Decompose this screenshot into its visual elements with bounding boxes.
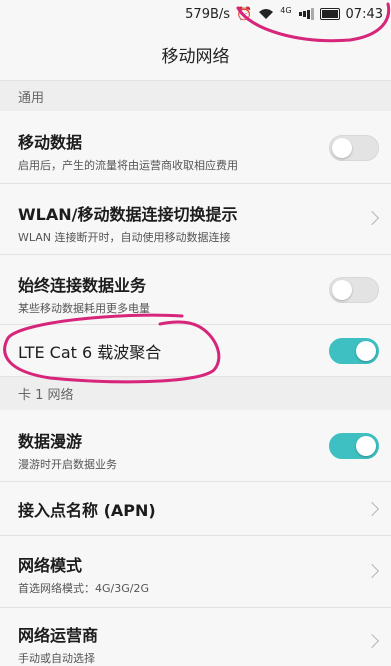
apn-title: 接入点名称 (APN) (18, 500, 156, 520)
operator-title: 网络运营商 (18, 626, 99, 645)
always-on-subtitle: 某些移动数据耗用更多电量 (18, 302, 150, 315)
section-header-general: 通用 (0, 81, 391, 111)
lte-ca-toggle[interactable] (329, 338, 379, 364)
wlan-switch-subtitle: WLAN 连接断开时，自动使用移动数据连接 (18, 231, 231, 244)
alarm-icon: ⏰ (236, 6, 253, 22)
network-mode-subtitle: 首选网络模式：4G/3G/2G (18, 582, 149, 595)
lte-ca-title: LTE Cat 6 载波聚合 (18, 342, 162, 362)
operator-subtitle: 手动或自动选择 (18, 652, 95, 665)
battery-icon (319, 8, 340, 20)
network-speed: 579B/s (185, 6, 231, 22)
network-type: 4G (280, 5, 292, 15)
roaming-row[interactable]: 数据漫游 漫游时开启数据业务 (0, 410, 391, 482)
wifi-icon (258, 8, 274, 20)
wlan-switch-title: WLAN/移动数据连接切换提示 (18, 205, 238, 224)
always-on-row[interactable]: 始终连接数据业务 某些移动数据耗用更多电量 (0, 255, 391, 325)
network-mode-row[interactable]: 网络模式 首选网络模式：4G/3G/2G (0, 536, 391, 608)
lte-ca-row[interactable]: LTE Cat 6 载波聚合 (0, 325, 391, 377)
status-bar: 579B/s ⏰ 4G 07:43 (0, 0, 391, 28)
mobile-data-toggle[interactable] (329, 135, 379, 161)
roaming-toggle[interactable] (329, 433, 379, 459)
wlan-switch-row[interactable]: WLAN/移动数据连接切换提示 WLAN 连接断开时，自动使用移动数据连接 (0, 184, 391, 255)
roaming-subtitle: 漫游时开启数据业务 (18, 458, 117, 471)
mobile-data-row[interactable]: 移动数据 启用后，产生的流量将由运营商收取相应费用 (0, 111, 391, 184)
apn-row[interactable]: 接入点名称 (APN) (0, 482, 391, 536)
clock: 07:43 (345, 6, 383, 22)
operator-row[interactable]: 网络运营商 手动或自动选择 (0, 608, 391, 665)
always-on-toggle[interactable] (329, 277, 379, 303)
chevron-right-icon (364, 501, 380, 517)
signal-icon: 4G (280, 5, 314, 23)
section-header-card1: 卡 1 网络 (0, 377, 391, 410)
page-title: 移动网络 (0, 28, 391, 81)
network-mode-title: 网络模式 (18, 556, 83, 575)
